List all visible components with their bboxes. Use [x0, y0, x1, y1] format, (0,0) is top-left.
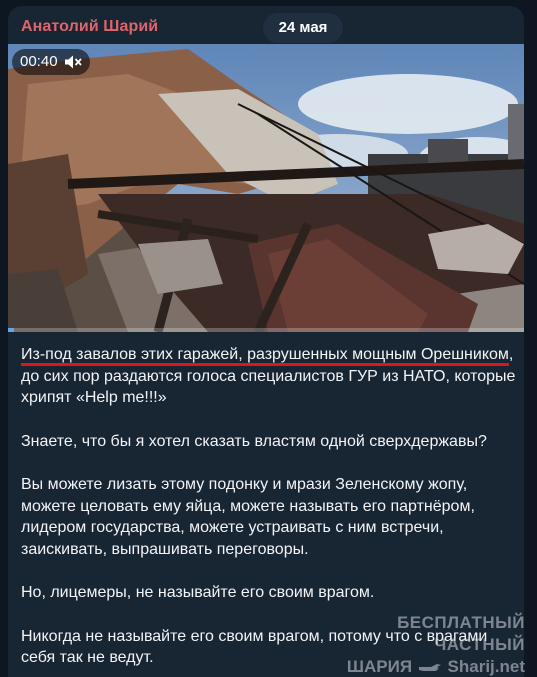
underlined-phrase: Из-под завалов этих гаражей, разрушенных…: [21, 346, 509, 363]
message-paragraph-1: Из-под завалов этих гаражей, разрушенных…: [21, 344, 517, 409]
message-paragraph-3: Вы можете лизать этому подонку и мрази З…: [21, 476, 475, 558]
message-paragraph-2: Знаете, что бы я хотел сказать властям о…: [21, 432, 487, 450]
video-time-badge[interactable]: 00:40: [12, 49, 90, 75]
video-duration: 00:40: [20, 53, 58, 70]
video-player[interactable]: 00:40: [8, 44, 524, 332]
author-name[interactable]: Анатолий Шарий: [21, 18, 158, 36]
message-paragraph-5: Никогда не называйте его своим врагом, п…: [21, 627, 488, 667]
volume-mute-icon[interactable]: [64, 54, 82, 70]
video-progress-fill: [8, 328, 15, 332]
message-paragraph-4: Но, лицемеры, не называйте его своим вра…: [21, 584, 375, 601]
date-divider: 24 мая: [263, 13, 343, 43]
message-bubble: Анатолий Шарий 00:40 24 мая Из-под завал…: [8, 6, 524, 677]
chat-view: Анатолий Шарий 00:40 24 мая Из-под завал…: [0, 0, 537, 677]
video-progress-bar[interactable]: [8, 328, 524, 332]
video-frame: [8, 44, 524, 332]
message-text: Из-под завалов этих гаражей, разрушенных…: [21, 344, 517, 677]
